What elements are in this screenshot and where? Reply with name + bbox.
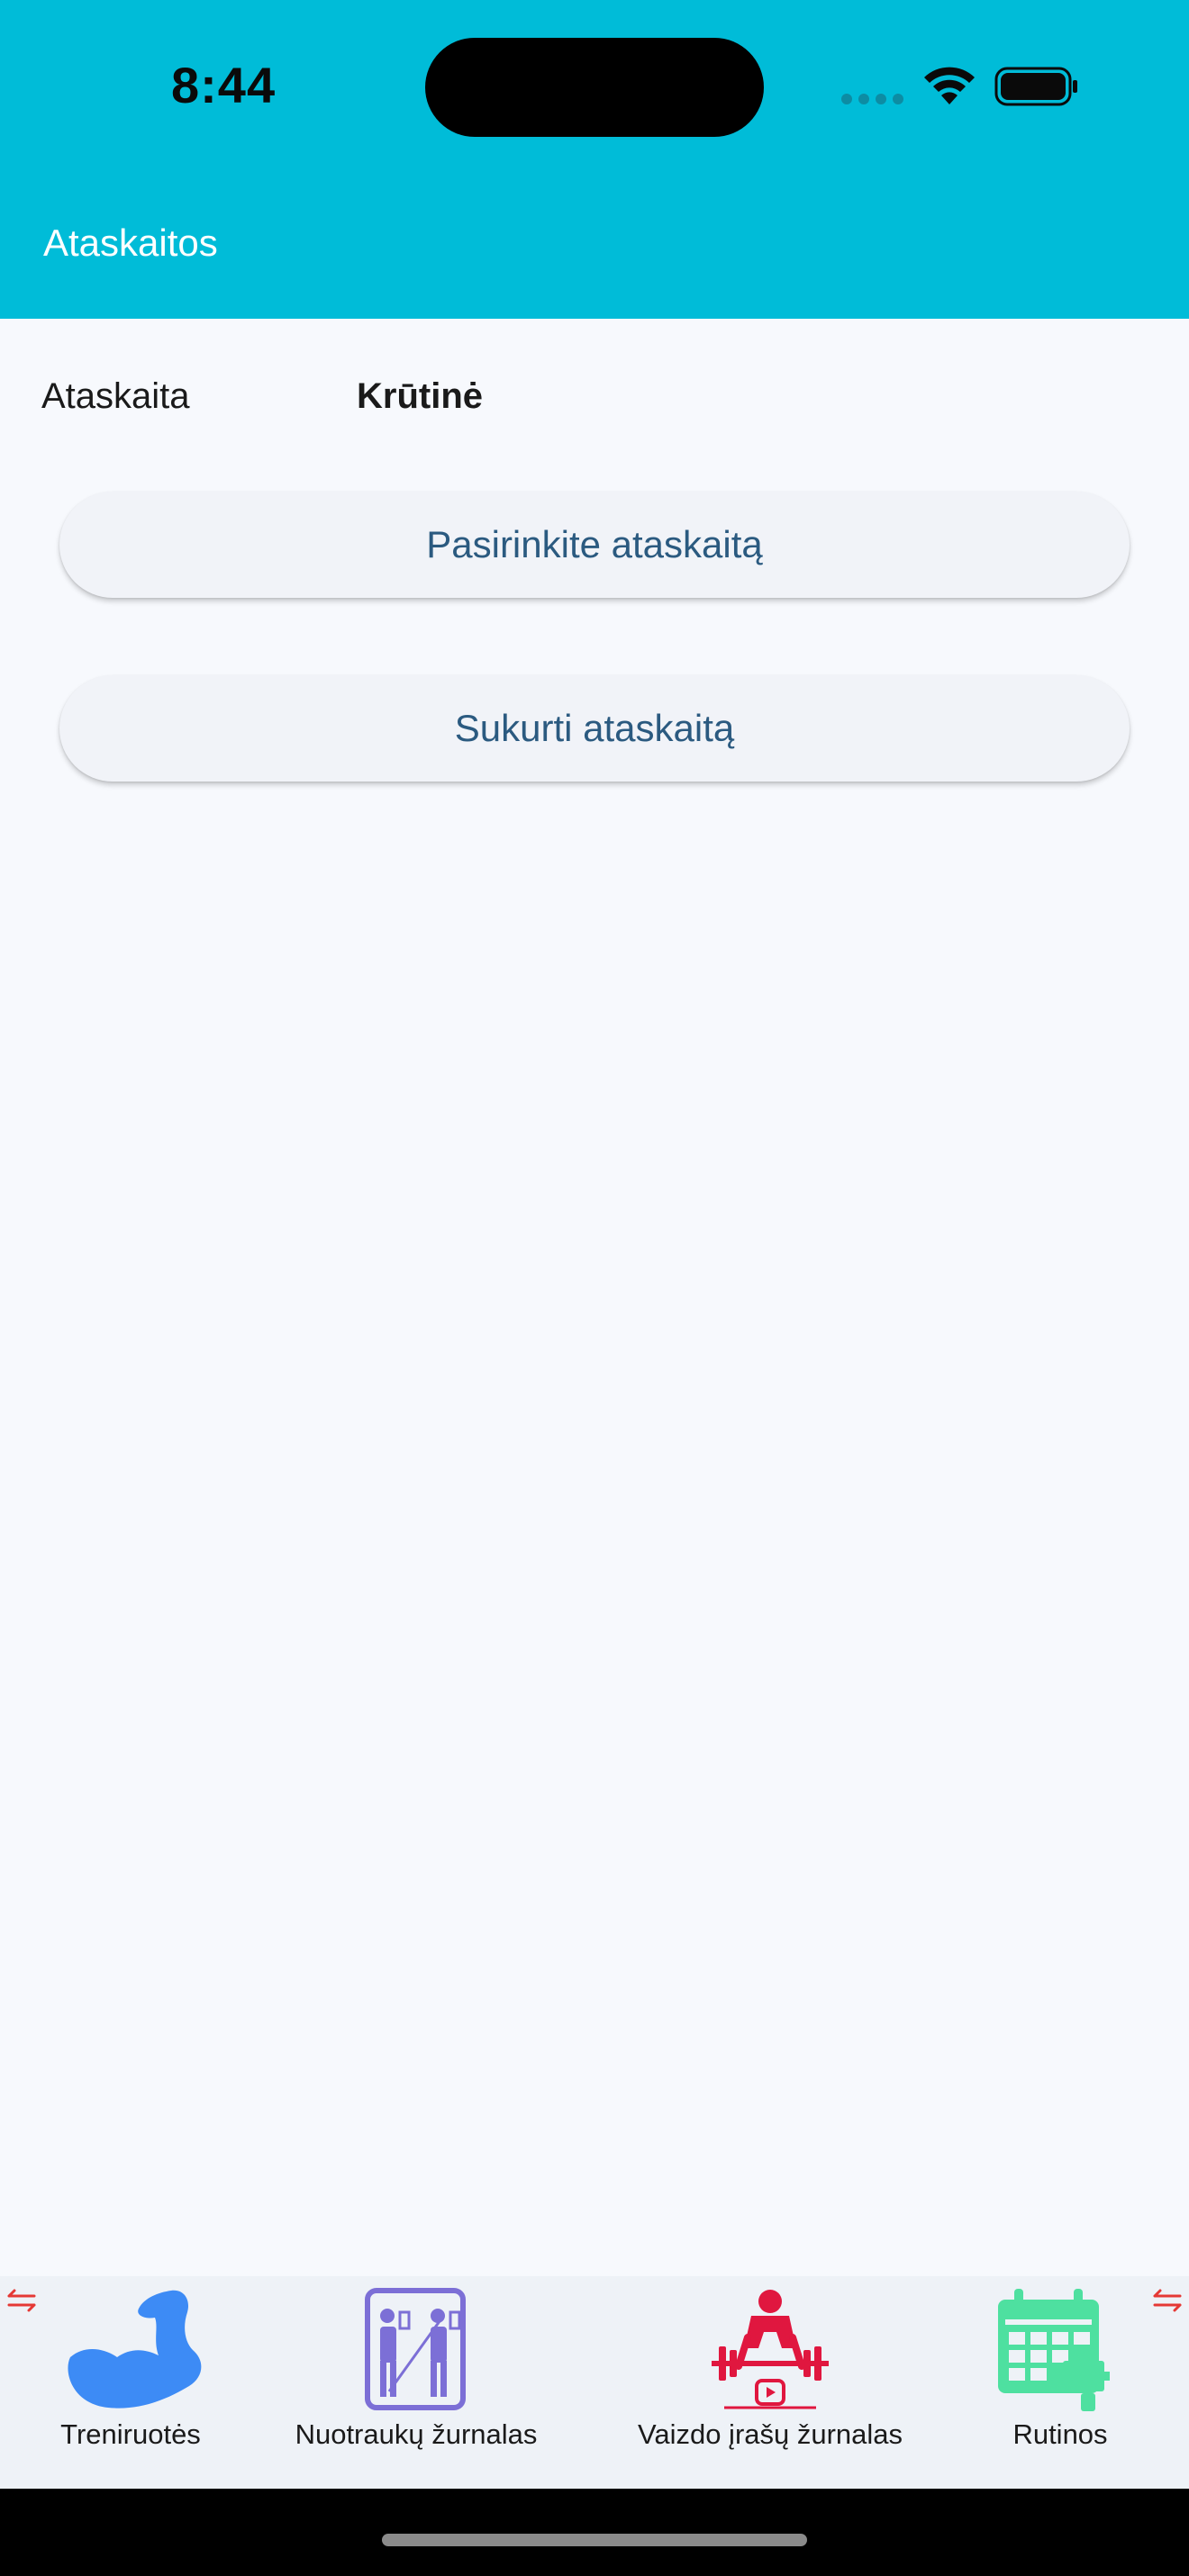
nav-label-routines: Rutinos [1012, 2418, 1108, 2450]
bottom-navigation: Treniruotės Nuotraukų žurnalas Vaizdo įr… [0, 2276, 1189, 2489]
app-header: 8:44 Ataskaitos [0, 0, 1189, 319]
nav-label-photo-journal: Nuotraukų žurnalas [295, 2418, 538, 2450]
nav-label-video-journal: Vaizdo įrašų žurnalas [637, 2418, 903, 2450]
flexed-arm-icon [68, 2290, 202, 2409]
page-title: Ataskaitos [43, 221, 218, 264]
home-indicator-area [0, 2489, 1189, 2576]
cellular-signal-icon [841, 94, 904, 104]
report-value: Krūtinė [357, 376, 483, 416]
calendar-dumbbell-icon [998, 2289, 1110, 2411]
mirror-photo-icon [365, 2288, 466, 2410]
scroll-left-indicator-icon[interactable] [4, 2287, 40, 2314]
battery-icon [994, 67, 1077, 106]
scroll-right-indicator-icon[interactable] [1149, 2287, 1185, 2314]
weightlifter-video-icon [712, 2290, 829, 2409]
select-report-button[interactable]: Pasirinkite ataskaitą [59, 492, 1130, 598]
nav-item-routines[interactable]: Rutinos [993, 2276, 1128, 2489]
status-time: 8:44 [171, 57, 277, 113]
home-indicator[interactable] [382, 2534, 807, 2546]
nav-item-workouts[interactable]: Treniruotės [36, 2276, 225, 2489]
wifi-icon [924, 67, 975, 104]
report-info-row: Ataskaita Krūtinė [41, 376, 1148, 427]
nav-item-video-journal[interactable]: Vaizdo įrašų žurnalas [622, 2276, 919, 2489]
create-report-button[interactable]: Sukurti ataskaitą [59, 675, 1130, 782]
report-label: Ataskaita [41, 376, 190, 416]
nav-item-photo-journal[interactable]: Nuotraukų žurnalas [276, 2276, 557, 2489]
dynamic-island [425, 38, 764, 137]
nav-label-workouts: Treniruotės [60, 2418, 201, 2450]
